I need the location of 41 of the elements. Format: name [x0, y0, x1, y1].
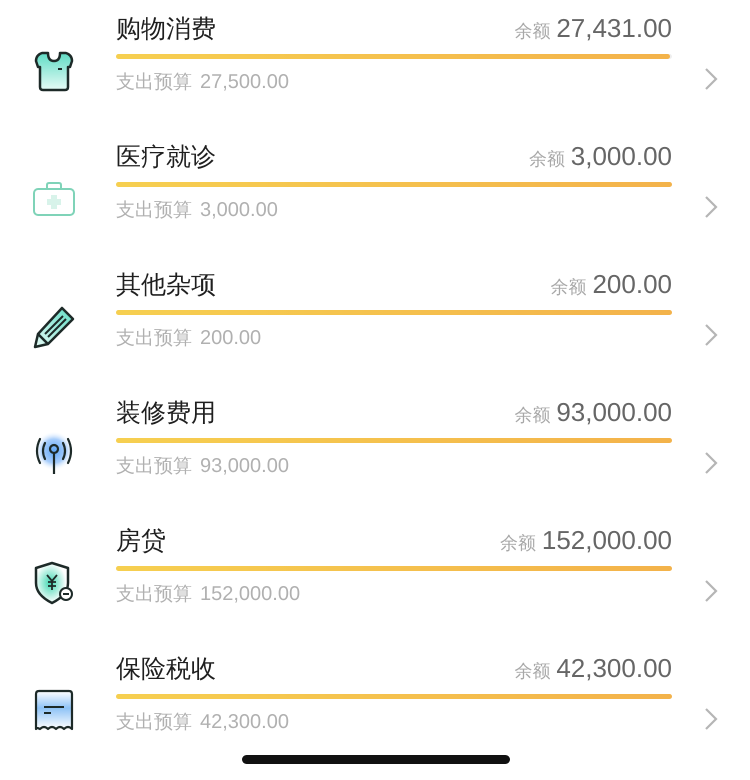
category-name: 保险税收 [116, 653, 217, 685]
category-name: 医疗就诊 [116, 141, 217, 173]
balance-label: 余额 [514, 20, 550, 43]
balance-label: 余额 [514, 660, 550, 683]
medical-kit-icon [32, 181, 76, 217]
balance-amount: 3,000.00 [570, 141, 672, 172]
category-name: 其他杂项 [116, 269, 217, 301]
chevron-right-icon[interactable] [704, 579, 718, 603]
chevron-right-icon[interactable] [704, 451, 718, 475]
category-name: 购物消费 [116, 13, 217, 45]
budget-amount: 200.00 [200, 327, 262, 350]
pencil-icon [31, 304, 77, 350]
chevron-right-icon[interactable] [704, 707, 718, 731]
balance-amount: 200.00 [592, 269, 672, 300]
budget-label: 支出预算 [116, 198, 192, 223]
budget-amount: 42,300.00 [200, 711, 289, 734]
budget-amount: 93,000.00 [200, 455, 289, 478]
balance-amount: 93,000.00 [556, 397, 672, 428]
chevron-right-icon[interactable] [704, 323, 718, 347]
balance-amount: 152,000.00 [542, 525, 672, 556]
budget-amount: 27,500.00 [200, 71, 289, 94]
chevron-right-icon[interactable] [704, 195, 718, 219]
balance-amount: 42,300.00 [556, 653, 672, 684]
budget-label: 支出预算 [116, 710, 192, 735]
balance-label: 余额 [550, 276, 586, 299]
budget-amount: 152,000.00 [200, 583, 300, 606]
category-name: 房贷 [116, 525, 167, 557]
budget-label: 支出预算 [116, 326, 192, 351]
category-name: 装修费用 [116, 397, 217, 429]
receipt-icon [34, 689, 74, 733]
shirt-icon [32, 49, 76, 93]
balance-label: 余额 [514, 404, 550, 427]
shield-yen-icon [32, 561, 76, 605]
budget-label: 支出预算 [116, 454, 192, 479]
balance-amount: 27,431.00 [556, 13, 672, 44]
budget-label: 支出预算 [116, 582, 192, 607]
budget-amount: 3,000.00 [200, 199, 278, 222]
budget-label: 支出预算 [116, 70, 192, 95]
balance-label: 余额 [500, 532, 536, 555]
chevron-right-icon[interactable] [704, 67, 718, 91]
balance-label: 余额 [528, 148, 565, 171]
